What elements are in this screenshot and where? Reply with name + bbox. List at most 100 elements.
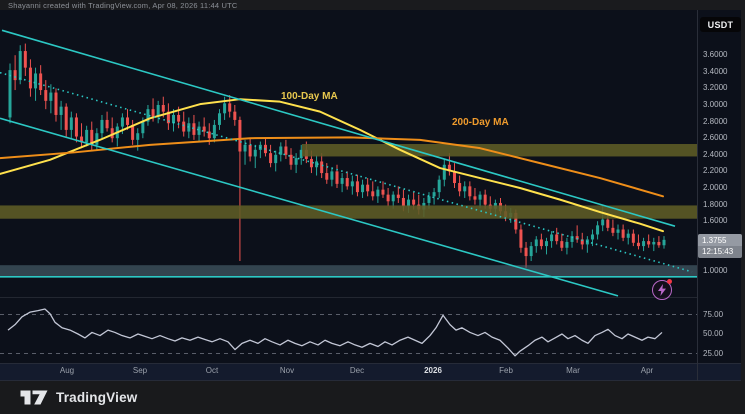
- candle-body: [376, 190, 379, 197]
- candle-body: [9, 70, 12, 117]
- candle-body: [622, 230, 625, 238]
- time-tick-Aug: Aug: [60, 366, 74, 375]
- candle-body: [218, 113, 221, 125]
- candle-body: [274, 155, 277, 163]
- candle-body: [152, 109, 155, 116]
- notification-dot: [667, 279, 672, 284]
- candle-body: [65, 107, 68, 130]
- currency-toggle-badge[interactable]: USDT: [700, 17, 741, 32]
- time-tick-Apr: Apr: [641, 366, 653, 375]
- support-zone: [0, 265, 697, 277]
- candle-body: [443, 165, 446, 180]
- candle-body: [617, 230, 620, 233]
- candle-body: [228, 103, 231, 111]
- candle-body: [295, 158, 298, 165]
- boost-lightning-icon[interactable]: [652, 280, 672, 300]
- candle-body: [233, 112, 236, 120]
- rsi-tick-25: 25.00: [703, 349, 723, 358]
- candle-body: [249, 145, 252, 157]
- candle-body: [591, 234, 594, 239]
- candle-body: [468, 186, 471, 196]
- time-tick-Nov: Nov: [280, 366, 294, 375]
- price-tick-3.2000: 3.2000: [703, 83, 727, 92]
- rsi-tick-75: 75.00: [703, 310, 723, 319]
- candle-body: [402, 198, 405, 206]
- candle-body: [473, 196, 476, 199]
- time-tick-Sep: Sep: [133, 366, 147, 375]
- candle-body: [560, 241, 563, 248]
- candle-body: [479, 195, 482, 200]
- candle-body: [637, 243, 640, 246]
- candle-body: [550, 234, 553, 241]
- candle-body: [525, 248, 528, 256]
- resistance-zone-mid: [0, 205, 697, 218]
- candle-body: [535, 239, 538, 246]
- candle-body: [351, 181, 354, 186]
- candle-body: [70, 117, 73, 129]
- lightning-bolt-icon: [657, 284, 667, 296]
- candle-body: [336, 171, 339, 183]
- candle-body: [223, 103, 226, 113]
- candle-body: [60, 107, 63, 115]
- candle-body: [330, 171, 333, 179]
- candle-body: [254, 150, 257, 157]
- attribution-text: Shayanni created with TradingView.com, A…: [8, 1, 238, 10]
- candle-body: [540, 239, 543, 246]
- price-tick-3.4000: 3.4000: [703, 67, 727, 76]
- candle-body: [519, 230, 522, 248]
- candle-body: [39, 73, 42, 90]
- candle-body: [463, 186, 466, 191]
- candle-body: [371, 191, 374, 196]
- candle-body: [85, 130, 88, 142]
- time-tick-Feb: Feb: [499, 366, 513, 375]
- candle-body: [106, 120, 109, 128]
- candle-body: [325, 173, 328, 180]
- tradingview-wordmark: TradingView: [56, 390, 137, 405]
- candle-body: [438, 180, 441, 192]
- price-tick-2.2000: 2.2000: [703, 166, 727, 175]
- candle-body: [49, 93, 52, 101]
- candle-body: [433, 192, 436, 196]
- candle-body: [244, 145, 247, 152]
- price-tick-3.0000: 3.0000: [703, 100, 727, 109]
- candle-body: [346, 178, 349, 186]
- candle-body: [44, 90, 47, 101]
- price-tick-2.8000: 2.8000: [703, 117, 727, 126]
- price-chart-canvas[interactable]: [0, 0, 745, 414]
- price-tick-2.4000: 2.4000: [703, 150, 727, 159]
- candle-body: [453, 171, 456, 183]
- candle-body: [652, 242, 655, 244]
- candle-body: [238, 120, 241, 152]
- candle-body: [458, 183, 461, 191]
- candle-body: [141, 122, 144, 134]
- candle-body: [627, 234, 630, 238]
- candle-body: [611, 228, 614, 233]
- rsi-line: [8, 309, 662, 356]
- candle-body: [121, 117, 124, 126]
- price-tick-1.6000: 1.6000: [703, 216, 727, 225]
- candle-body: [555, 234, 558, 241]
- candle-body: [24, 51, 27, 68]
- candle-body: [95, 133, 98, 145]
- candle-body: [284, 147, 287, 155]
- candle-body: [642, 241, 645, 246]
- candle-body: [565, 242, 568, 248]
- price-axis-border: [697, 10, 698, 381]
- candle-body: [19, 51, 22, 80]
- candle-body: [356, 181, 359, 192]
- candle-body: [427, 196, 430, 203]
- time-tick-Oct: Oct: [206, 366, 218, 375]
- candle-body: [136, 133, 139, 140]
- tradingview-logo[interactable]: TradingView: [20, 389, 137, 406]
- candle-body: [657, 242, 660, 245]
- time-tick-2026: 2026: [424, 366, 442, 375]
- tradingview-logo-icon: [20, 389, 48, 406]
- price-tick-1.0000: 1.0000: [703, 266, 727, 275]
- candle-body: [213, 125, 216, 138]
- candle-body: [387, 195, 390, 202]
- pane-separator[interactable]: [0, 297, 697, 298]
- candle-body: [663, 240, 666, 245]
- candle-body: [54, 93, 57, 115]
- candle-body: [192, 123, 195, 135]
- ma100-label: 100-Day MA: [281, 91, 338, 102]
